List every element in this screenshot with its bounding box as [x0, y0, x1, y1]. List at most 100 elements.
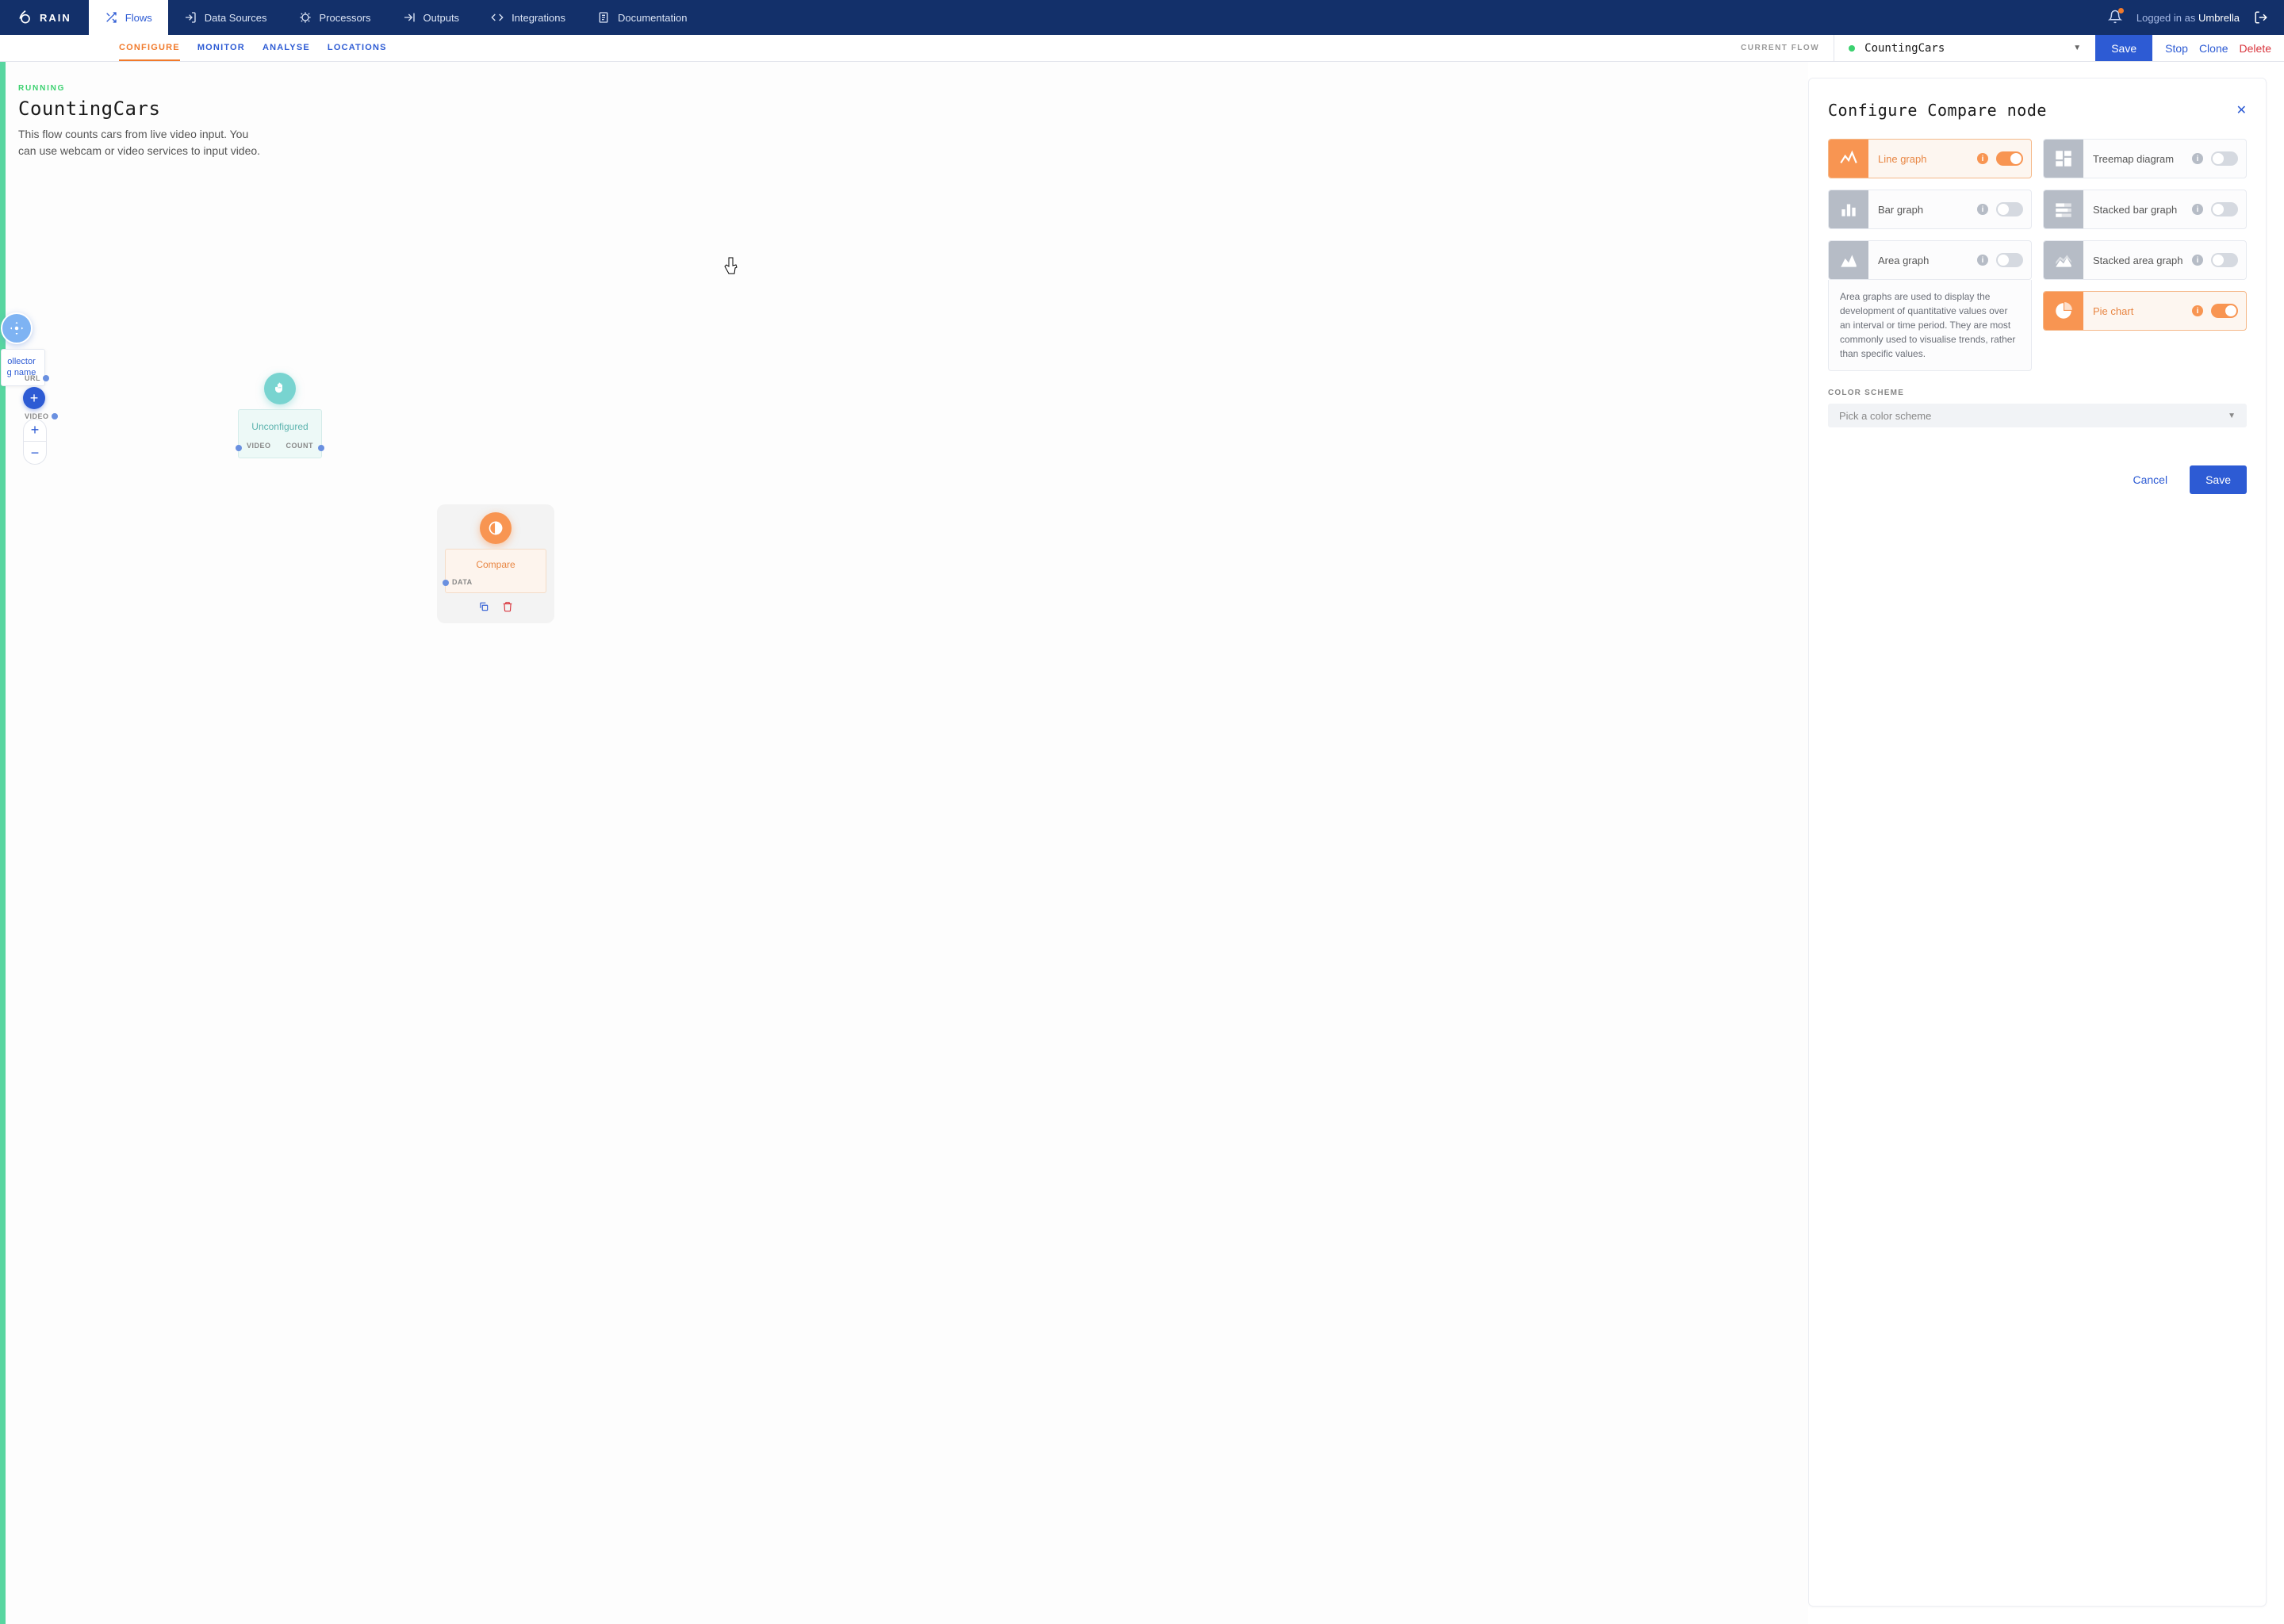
node-actions: [445, 601, 546, 612]
unconfigured-card: Unconfigured VIDEO COUNT: [238, 409, 322, 458]
compare-card: Compare DATA: [445, 549, 546, 593]
panel-header: Configure Compare node ✕: [1828, 101, 2247, 120]
line-chart-icon: [1829, 139, 1868, 178]
subtab-label: CONFIGURE: [119, 43, 180, 52]
nav-tab-integrations[interactable]: Integrations: [475, 0, 581, 35]
duplicate-icon[interactable]: [478, 601, 489, 612]
chart-label: Line graph: [1868, 153, 1977, 165]
chart-label: Bar graph: [1868, 204, 1977, 216]
zoom-out-button[interactable]: −: [24, 442, 46, 464]
chart-label: Stacked bar graph: [2083, 204, 2192, 216]
nav-tab-processors[interactable]: Processors: [283, 0, 387, 35]
panel-footer: Cancel Save: [1828, 465, 2247, 494]
info-icon[interactable]: i: [2192, 153, 2203, 164]
add-node-button[interactable]: +: [23, 387, 45, 409]
subtab-label: ANALYSE: [263, 43, 310, 52]
chart-options: Line graph i Treemap diagram i Bar graph…: [1828, 139, 2247, 371]
port-out-label: COUNT: [286, 442, 314, 450]
chevron-down-icon: ▼: [2228, 412, 2236, 420]
info-icon[interactable]: i: [2192, 255, 2203, 266]
cancel-button[interactable]: Cancel: [2125, 469, 2175, 491]
notifications-button[interactable]: [2108, 10, 2122, 26]
unconfigured-node[interactable]: Unconfigured VIDEO COUNT: [238, 373, 322, 458]
zoom-controls: + −: [23, 419, 47, 465]
panel-save-button[interactable]: Save: [2190, 465, 2247, 494]
nav-tab-flows[interactable]: Flows: [89, 0, 168, 35]
stop-link[interactable]: Stop: [2165, 42, 2188, 55]
login-prefix: Logged in as: [2136, 12, 2195, 24]
toggle-stacked-area[interactable]: [2211, 253, 2238, 267]
compare-node[interactable]: Compare DATA: [437, 504, 554, 623]
configure-panel: Configure Compare node ✕ Line graph i Tr…: [1808, 78, 2267, 1607]
area-chart-icon: [1829, 240, 1868, 280]
toggle-pie[interactable]: [2211, 304, 2238, 318]
notification-dot: [2118, 8, 2124, 13]
gear-icon: [10, 321, 24, 335]
logout-icon[interactable]: [2254, 10, 2268, 25]
subtab-configure[interactable]: CONFIGURE: [119, 35, 180, 61]
trash-icon[interactable]: [502, 601, 513, 612]
zoom-in-button[interactable]: +: [24, 419, 46, 442]
nav-tab-label: Outputs: [423, 12, 460, 24]
nav-tab-outputs[interactable]: Outputs: [387, 0, 476, 35]
toggle-bar[interactable]: [1996, 202, 2023, 216]
nav-tabs: Flows Data Sources Processors Outputs In…: [89, 0, 703, 35]
compare-label: Compare: [452, 559, 539, 570]
code-icon: [491, 11, 504, 24]
subtab-analyse[interactable]: ANALYSE: [263, 35, 310, 61]
nav-tab-documentation[interactable]: Documentation: [581, 0, 703, 35]
save-button[interactable]: Save: [2095, 35, 2152, 61]
pie-chart-icon: [2044, 291, 2083, 331]
info-icon[interactable]: i: [2192, 204, 2203, 215]
toggle-area[interactable]: [1996, 253, 2023, 267]
chart-option-area[interactable]: Area graph i: [1828, 240, 2032, 280]
nav-right: Logged in as Umbrella: [2092, 0, 2284, 35]
flow-selector[interactable]: CountingCars ▼: [1834, 35, 2095, 61]
contrast-icon: [488, 520, 504, 536]
flow-title: CountingCars: [18, 98, 264, 120]
panel-title: Configure Compare node: [1828, 101, 2047, 120]
button-label: Save: [2205, 473, 2231, 486]
collector-node[interactable]: ollector g name URL O VIDEO: [1, 312, 45, 386]
select-placeholder: Pick a color scheme: [1839, 410, 1931, 422]
info-icon[interactable]: i: [1977, 204, 1988, 215]
document-icon: [597, 11, 610, 24]
chart-option-stacked-area[interactable]: Stacked area graph i: [2043, 240, 2247, 280]
nav-tab-data-sources[interactable]: Data Sources: [168, 0, 283, 35]
info-icon[interactable]: i: [2192, 305, 2203, 316]
chart-option-pie[interactable]: Pie chart i: [2043, 291, 2247, 331]
subtab-monitor[interactable]: MONITOR: [197, 35, 245, 61]
flow-meta: CURRENT FLOW CountingCars ▼ Save Stop Cl…: [1741, 35, 2284, 61]
flow-canvas[interactable]: RUNNING CountingCars This flow counts ca…: [6, 62, 1808, 1624]
clone-link[interactable]: Clone: [2199, 42, 2228, 55]
port-out-dot: [318, 445, 324, 451]
port-in-dot: [236, 445, 242, 451]
treemap-icon: [2044, 139, 2083, 178]
subtab-locations[interactable]: LOCATIONS: [328, 35, 387, 61]
info-icon[interactable]: i: [1977, 153, 1988, 164]
chart-option-treemap[interactable]: Treemap diagram i: [2043, 139, 2247, 178]
button-label: Cancel: [2133, 473, 2167, 486]
toggle-treemap[interactable]: [2211, 151, 2238, 166]
chart-option-stacked-bar[interactable]: Stacked bar graph i: [2043, 190, 2247, 229]
toggle-line[interactable]: [1996, 151, 2023, 166]
login-username: Umbrella: [2198, 12, 2240, 24]
port-label: URL: [25, 374, 40, 382]
status-dot-icon: [1849, 45, 1855, 52]
port-in-label: DATA: [452, 578, 473, 586]
info-icon[interactable]: i: [1977, 255, 1988, 266]
port-in-dot: [443, 580, 449, 586]
button-label: Save: [2111, 42, 2136, 55]
toggle-stacked-bar[interactable]: [2211, 202, 2238, 216]
current-flow-label: CURRENT FLOW: [1741, 35, 1834, 61]
chart-option-line[interactable]: Line graph i: [1828, 139, 2032, 178]
port-dot-icon: [43, 375, 49, 381]
collector-line1: ollector: [7, 357, 35, 366]
chart-tooltip: Area graphs are used to display the deve…: [1828, 280, 2032, 371]
port-in-label: VIDEO: [247, 442, 271, 450]
close-button[interactable]: ✕: [2236, 102, 2247, 118]
chart-option-bar[interactable]: Bar graph i: [1828, 190, 2032, 229]
color-scheme-select[interactable]: Pick a color scheme ▼: [1828, 404, 2247, 427]
nav-tab-label: Documentation: [618, 12, 687, 24]
delete-link[interactable]: Delete: [2240, 42, 2271, 55]
